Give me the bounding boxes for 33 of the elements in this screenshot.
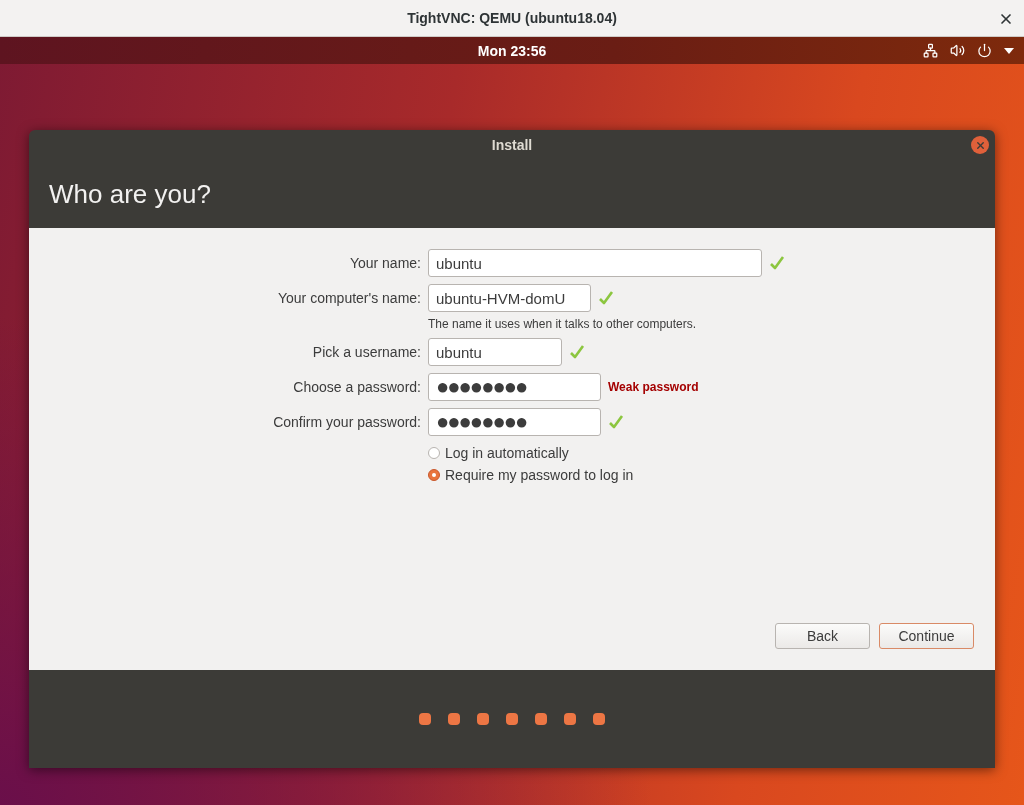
field-label: Your name: bbox=[348, 254, 421, 273]
page-heading: Who are you? bbox=[49, 178, 211, 210]
radio-button[interactable] bbox=[428, 447, 440, 459]
field-hint: The name it uses when it talks to other computers. bbox=[428, 317, 697, 331]
caret-icon[interactable] bbox=[1004, 47, 1014, 54]
window-title: TightVNC: QEMU (ubuntu18.04) bbox=[407, 10, 617, 26]
radio-button[interactable] bbox=[428, 469, 440, 481]
checkmark-icon bbox=[769, 255, 785, 271]
clock[interactable]: Mon 23:56 bbox=[477, 42, 547, 59]
input-field[interactable]: ubuntu bbox=[428, 338, 562, 366]
password-strength: Weak password bbox=[608, 380, 699, 394]
password-field[interactable]: ●●●●●●●● bbox=[428, 373, 601, 401]
volume-icon[interactable] bbox=[950, 43, 965, 58]
close-button[interactable] bbox=[998, 11, 1014, 27]
network-icon[interactable] bbox=[923, 43, 938, 58]
input-field[interactable]: ubuntu-HVM-domU bbox=[428, 284, 591, 312]
field-label: Choose a password: bbox=[292, 378, 421, 397]
power-icon[interactable] bbox=[977, 43, 992, 58]
input-field[interactable]: ubuntu bbox=[428, 249, 762, 277]
password-field[interactable]: ●●●●●●●● bbox=[428, 408, 601, 436]
close-icon bbox=[974, 139, 986, 151]
radio-label[interactable]: Require my password to log in bbox=[445, 467, 634, 483]
close-icon bbox=[998, 11, 1014, 27]
checkmark-icon bbox=[598, 290, 614, 306]
field-label: Confirm your password: bbox=[272, 413, 421, 432]
field-label: Your computer's name: bbox=[277, 289, 421, 308]
continue-button[interactable]: Continue bbox=[879, 623, 974, 649]
window-title: Install bbox=[491, 137, 533, 153]
radio-label[interactable]: Log in automatically bbox=[445, 445, 569, 461]
field-label: Pick a username: bbox=[311, 343, 421, 362]
checkmark-icon bbox=[608, 414, 624, 430]
back-button[interactable]: Back bbox=[775, 623, 870, 649]
checkmark-icon bbox=[569, 344, 585, 360]
